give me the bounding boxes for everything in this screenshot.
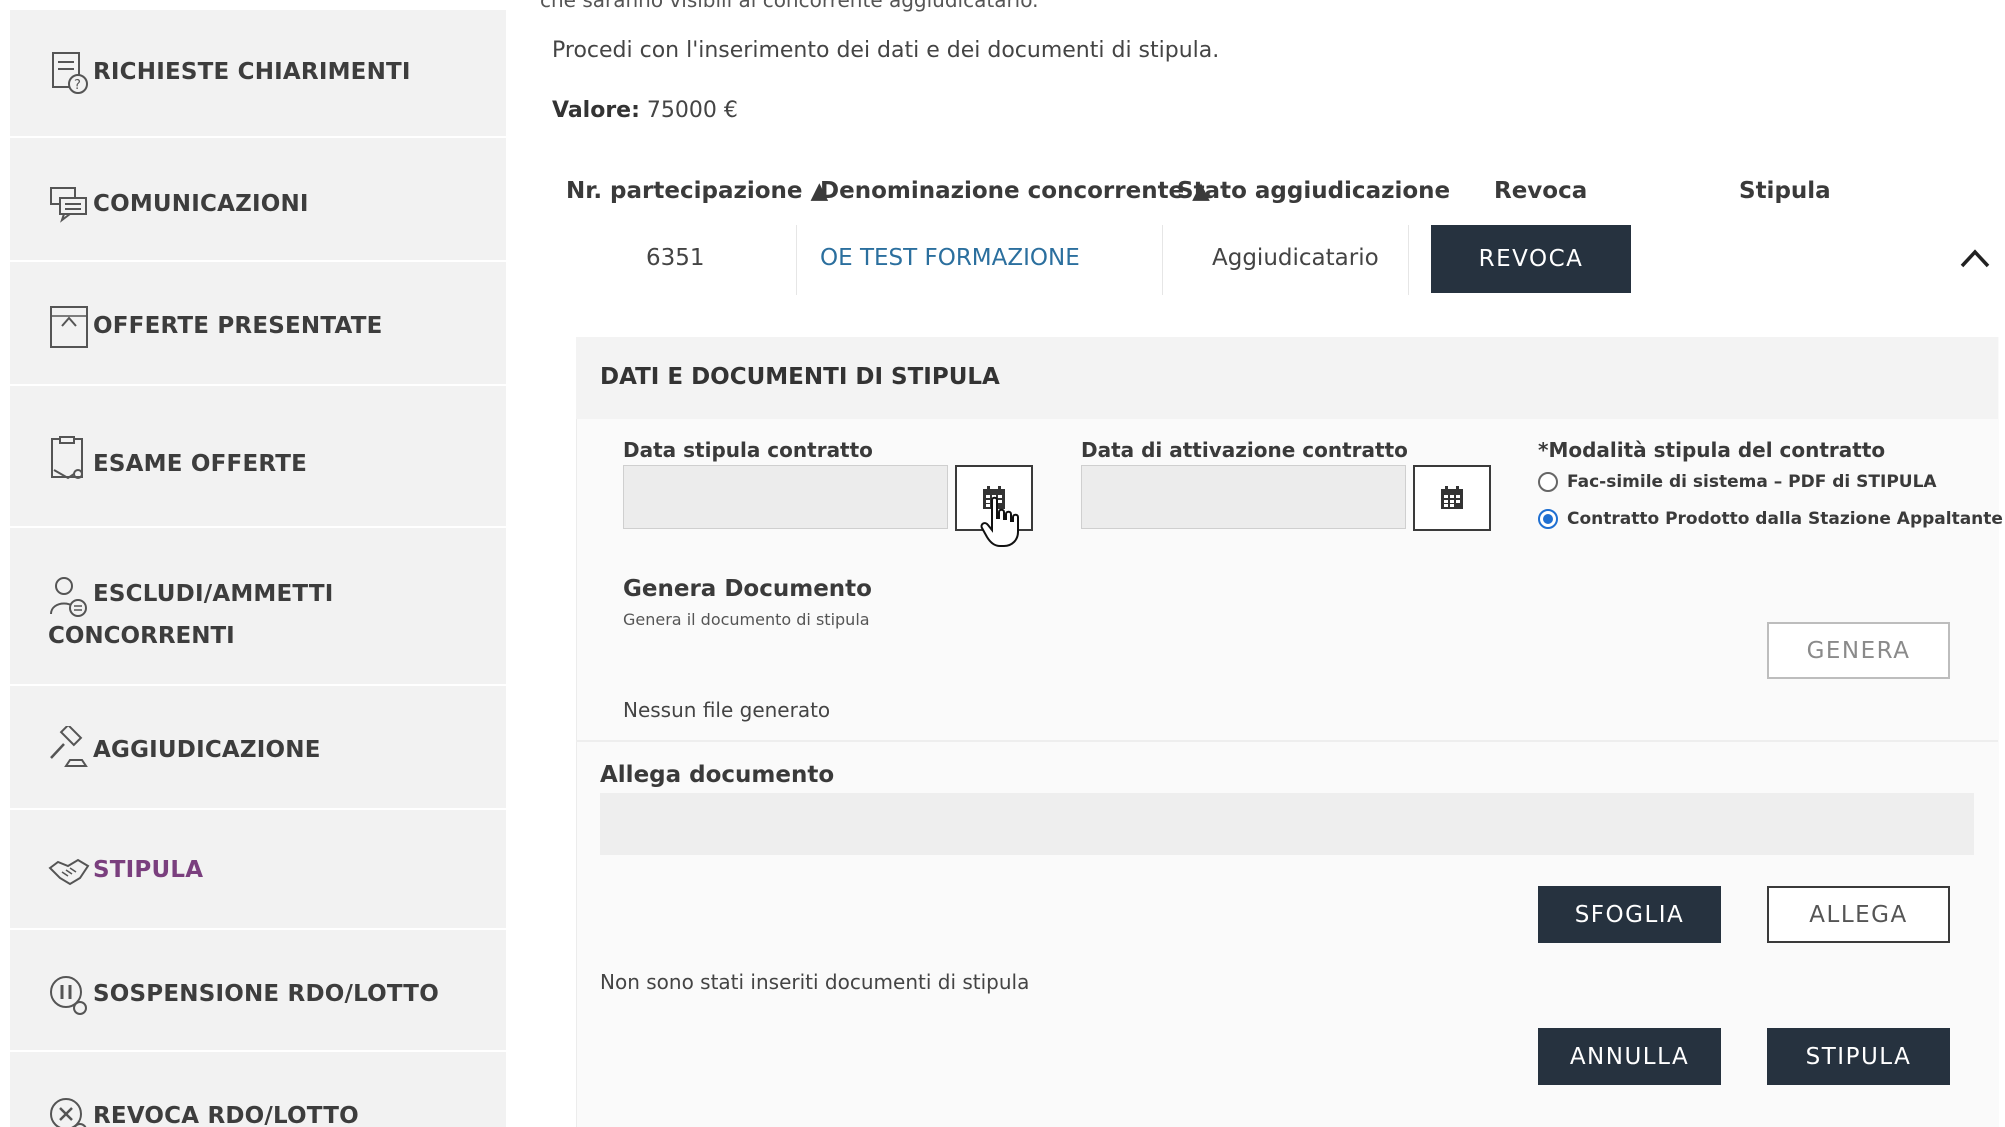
radio-label: Fac-simile di sistema – PDF di STIPULA [1567, 472, 1937, 492]
sidebar-item-label: ESCLUDI/AMMETTI [93, 581, 334, 607]
valore-line: Valore: 75000 € [552, 98, 738, 123]
chat-bubbles-icon [48, 182, 90, 228]
sidebar-item-label: SOSPENSIONE RDO/LOTTO [93, 981, 439, 1007]
cut-off-description: che saranno visibili al concorrente aggi… [540, 0, 1039, 12]
calendar-icon [1441, 486, 1463, 509]
no-docs-text: Non sono stati inseriti documenti di sti… [600, 970, 1030, 994]
document-review-icon [48, 436, 90, 482]
sidebar-item-label: REVOCA RDO/LOTTO [93, 1103, 359, 1127]
sidebar-item-richieste-chiarimenti[interactable]: ? RICHIESTE CHIARIMENTI [10, 10, 506, 138]
radio-fac-simile[interactable]: Fac-simile di sistema – PDF di STIPULA [1538, 472, 1937, 492]
user-settings-icon [48, 574, 90, 620]
gavel-icon [48, 726, 90, 772]
sidebar-item-offerte-presentate[interactable]: OFFERTE PRESENTATE [10, 264, 506, 386]
hand-cursor-icon [980, 496, 1019, 547]
pause-circle-icon [48, 972, 90, 1018]
header-stipula: Stipula [1739, 178, 1831, 204]
cancel-circle-icon [48, 1094, 90, 1127]
allega-button[interactable]: ALLEGA [1767, 886, 1950, 943]
valore-value: 75000 € [646, 98, 738, 123]
data-attivazione-input[interactable] [1081, 465, 1406, 529]
sidebar-item-sospensione[interactable]: SOSPENSIONE RDO/LOTTO [10, 932, 506, 1052]
sidebar-item-esame-offerte[interactable]: ESAME OFFERTE [10, 388, 506, 528]
sidebar-item-label: COMUNICAZIONI [93, 191, 309, 217]
offer-board-icon [48, 304, 90, 350]
nessun-file-text: Nessun file generato [623, 698, 831, 722]
cell-stato-aggiudicazione: Aggiudicatario [1212, 245, 1379, 271]
sidebar-item-label: OFFERTE PRESENTATE [93, 313, 383, 339]
allega-title: Allega documento [600, 762, 835, 788]
valore-label: Valore: [552, 98, 640, 123]
document-question-icon: ? [48, 50, 90, 96]
data-stipula-label: Data stipula contratto [623, 438, 873, 462]
column-divider [1162, 225, 1163, 295]
sidebar-item-label: AGGIUDICAZIONE [93, 737, 321, 763]
radio-label: Contratto Prodotto dalla Stazione Appalt… [1567, 509, 2003, 529]
sidebar-item-stipula[interactable]: STIPULA [10, 812, 506, 930]
handshake-icon [48, 848, 90, 894]
radio-button[interactable] [1538, 472, 1558, 492]
sidebar-item-aggiudicazione[interactable]: AGGIUDICAZIONE [10, 688, 506, 810]
sidebar-item-label: ESAME OFFERTE [93, 451, 308, 477]
radio-button[interactable] [1538, 509, 1558, 529]
genera-title: Genera Documento [623, 576, 872, 602]
header-stato-aggiudicazione: Stato aggiudicazione [1177, 178, 1451, 204]
genera-subtitle: Genera il documento di stipula [623, 610, 870, 629]
revoca-button[interactable]: REVOCA [1431, 225, 1631, 293]
modalita-label: *Modalità stipula del contratto [1538, 438, 1886, 462]
data-stipula-input[interactable] [623, 465, 948, 529]
section-divider [576, 740, 1998, 742]
sidebar-item-revoca[interactable]: REVOCA RDO/LOTTO [10, 1054, 506, 1127]
data-attivazione-calendar-button[interactable] [1413, 465, 1491, 531]
sidebar-item-label: STIPULA [93, 857, 204, 883]
sidebar-item-comunicazioni[interactable]: COMUNICAZIONI [10, 140, 506, 262]
data-attivazione-label: Data di attivazione contratto [1081, 438, 1408, 462]
column-divider [1408, 225, 1409, 295]
chevron-up-icon[interactable] [1958, 246, 1992, 270]
sfoglia-button[interactable]: SFOGLIA [1538, 886, 1721, 943]
panel-title: DATI E DOCUMENTI DI STIPULA [600, 364, 1000, 390]
intro-text: Procedi con l'inserimento dei dati e dei… [552, 38, 1220, 63]
file-upload-field[interactable] [600, 793, 1974, 855]
sidebar-item-escludi-ammetti[interactable]: ESCLUDI/AMMETTI CONCORRENTI [10, 530, 506, 686]
header-denominazione[interactable]: Denominazione concorrente ▲ [820, 178, 1210, 204]
column-divider [796, 225, 797, 295]
stipula-button[interactable]: STIPULA [1767, 1028, 1950, 1085]
sidebar-item-label-line2: CONCORRENTI [48, 623, 235, 649]
header-nr-partecipazione[interactable]: Nr. partecipazione ▲ [566, 178, 828, 204]
header-revoca: Revoca [1494, 178, 1588, 204]
cell-nr-partecipazione: 6351 [646, 245, 705, 271]
svg-text:?: ? [74, 78, 81, 93]
link-denominazione[interactable]: OE TEST FORMAZIONE [820, 245, 1080, 271]
radio-contratto-stazione[interactable]: Contratto Prodotto dalla Stazione Appalt… [1538, 509, 2003, 529]
sidebar: ? RICHIESTE CHIARIMENTI COMUNICAZIONI OF… [10, 10, 506, 1127]
annulla-button[interactable]: ANNULLA [1538, 1028, 1721, 1085]
sidebar-item-label: RICHIESTE CHIARIMENTI [93, 59, 411, 85]
genera-button[interactable]: GENERA [1767, 622, 1950, 679]
